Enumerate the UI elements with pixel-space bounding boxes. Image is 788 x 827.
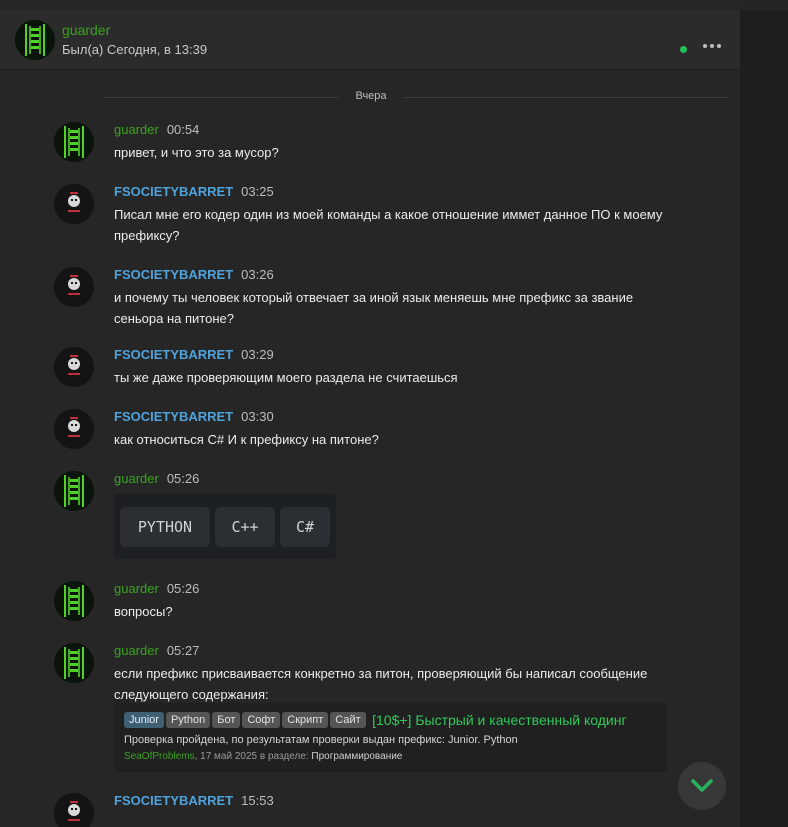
fsociety-mask-icon [54, 184, 94, 224]
message-time: 05:26 [166, 581, 200, 596]
avatar-fsocietybarret[interactable] [54, 347, 94, 387]
avatar-fsocietybarret[interactable] [54, 409, 94, 449]
thread-section-prefix: в разделе: [259, 751, 309, 762]
message-time: 05:27 [166, 643, 200, 658]
chevron-down-icon [691, 779, 713, 792]
message-author[interactable]: guarder 05:26 [114, 581, 199, 596]
message-text: и почему ты человек который отвечает за … [114, 290, 634, 326]
date-divider: Вчера [0, 88, 740, 108]
tag-bot[interactable]: Бот [212, 711, 241, 728]
message-time: 03:29 [241, 347, 274, 362]
fsociety-mask-icon [54, 409, 94, 449]
side-rail [740, 10, 788, 827]
message-author[interactable]: guarder 05:27 [114, 643, 199, 658]
avatar-fsocietybarret[interactable] [54, 267, 94, 307]
more-options-icon[interactable] [703, 39, 723, 53]
tag-junior[interactable]: Junior [124, 711, 164, 728]
fsociety-mask-icon [54, 793, 94, 827]
avatar-guarder[interactable] [54, 643, 94, 683]
fsociety-mask-icon [54, 267, 94, 307]
thread-title-link[interactable]: [10$+] Быстрый и качественный кодинг [372, 712, 626, 728]
message-author[interactable]: FSOCIETYBARRET 03:30 [114, 409, 274, 424]
thread-description: Проверка пройдена, по результатам провер… [124, 734, 518, 746]
message-time: 03:26 [241, 267, 274, 282]
thread-author-link[interactable]: SeaOfProblems [124, 751, 195, 762]
message-text: привет, и что это за мусор? [114, 145, 279, 160]
message-text: как относиться C# И к префиксу на питоне… [114, 432, 379, 447]
tag-site[interactable]: Сайт [330, 711, 366, 728]
message-time: 00:54 [166, 122, 200, 137]
thread-meta: SeaOfProblems, 17 май 2025 в разделе: Пр… [124, 751, 403, 762]
image-label: C++ [215, 507, 275, 547]
avatar-guarder[interactable] [15, 20, 55, 60]
thread-preview-card[interactable]: Junior Python Бот Софт Скрипт Сайт [10$+] Быс… [114, 703, 667, 772]
thread-date: 17 май 2025 [200, 751, 258, 762]
fsociety-mask-icon [54, 347, 94, 387]
tag-script[interactable]: Скрипт [282, 711, 329, 728]
avatar-fsocietybarret[interactable] [54, 184, 94, 224]
message-author[interactable]: guarder 05:26 [114, 471, 199, 486]
message-author[interactable]: FSOCIETYBARRET 03:26 [114, 267, 274, 282]
message-author[interactable]: FSOCIETYBARRET 03:25 [114, 184, 274, 199]
message-text: вопросы? [114, 604, 173, 619]
matrix-avatar-icon [54, 581, 94, 621]
date-divider-label: Вчера [355, 90, 387, 102]
message-time: 05:26 [166, 471, 200, 486]
thread-tags: Junior Python Бот Софт Скрипт Сайт [10$+] Быс… [124, 711, 627, 729]
scroll-to-bottom-button[interactable] [678, 762, 726, 810]
tag-python[interactable]: Python [165, 711, 211, 728]
message-time: 03:30 [241, 409, 274, 424]
matrix-avatar-icon [54, 122, 94, 162]
avatar-guarder[interactable] [54, 122, 94, 162]
last-seen-status: Был(а) Сегодня, в 13:39 [62, 42, 208, 57]
avatar-guarder[interactable] [54, 581, 94, 621]
avatar-guarder[interactable] [54, 471, 94, 511]
message-text: Писал мне его кодер один из моей команды… [114, 207, 663, 243]
image-label: PYTHON [120, 507, 210, 547]
message-author[interactable]: guarder 00:54 [114, 122, 199, 137]
image-attachment[interactable]: PYTHON C++ C# [114, 494, 336, 559]
conversation-header: guarder Был(а) Сегодня, в 13:39 [0, 10, 740, 70]
message-text: если префикс присваивается конкретно за … [114, 666, 648, 702]
tag-soft[interactable]: Софт [242, 711, 281, 728]
matrix-avatar-icon [54, 471, 94, 511]
thread-section-link[interactable]: Программирование [311, 751, 402, 762]
message-time: 03:25 [241, 184, 274, 199]
matrix-avatar-icon [54, 643, 94, 683]
avatar-fsocietybarret[interactable] [54, 793, 94, 827]
message-author[interactable]: FSOCIETYBARRET 03:29 [114, 347, 274, 362]
message-text: ты же даже проверяющим моего раздела не … [114, 370, 458, 385]
matrix-avatar-icon [15, 20, 55, 60]
message-time: 15:53 [241, 793, 274, 808]
contact-name[interactable]: guarder [62, 22, 110, 38]
image-label: C# [280, 507, 330, 547]
message-author[interactable]: FSOCIETYBARRET 15:53 [114, 793, 274, 808]
chat-panel: guarder Был(а) Сегодня, в 13:39 Вчера gu… [0, 0, 740, 827]
online-dot [680, 46, 687, 53]
